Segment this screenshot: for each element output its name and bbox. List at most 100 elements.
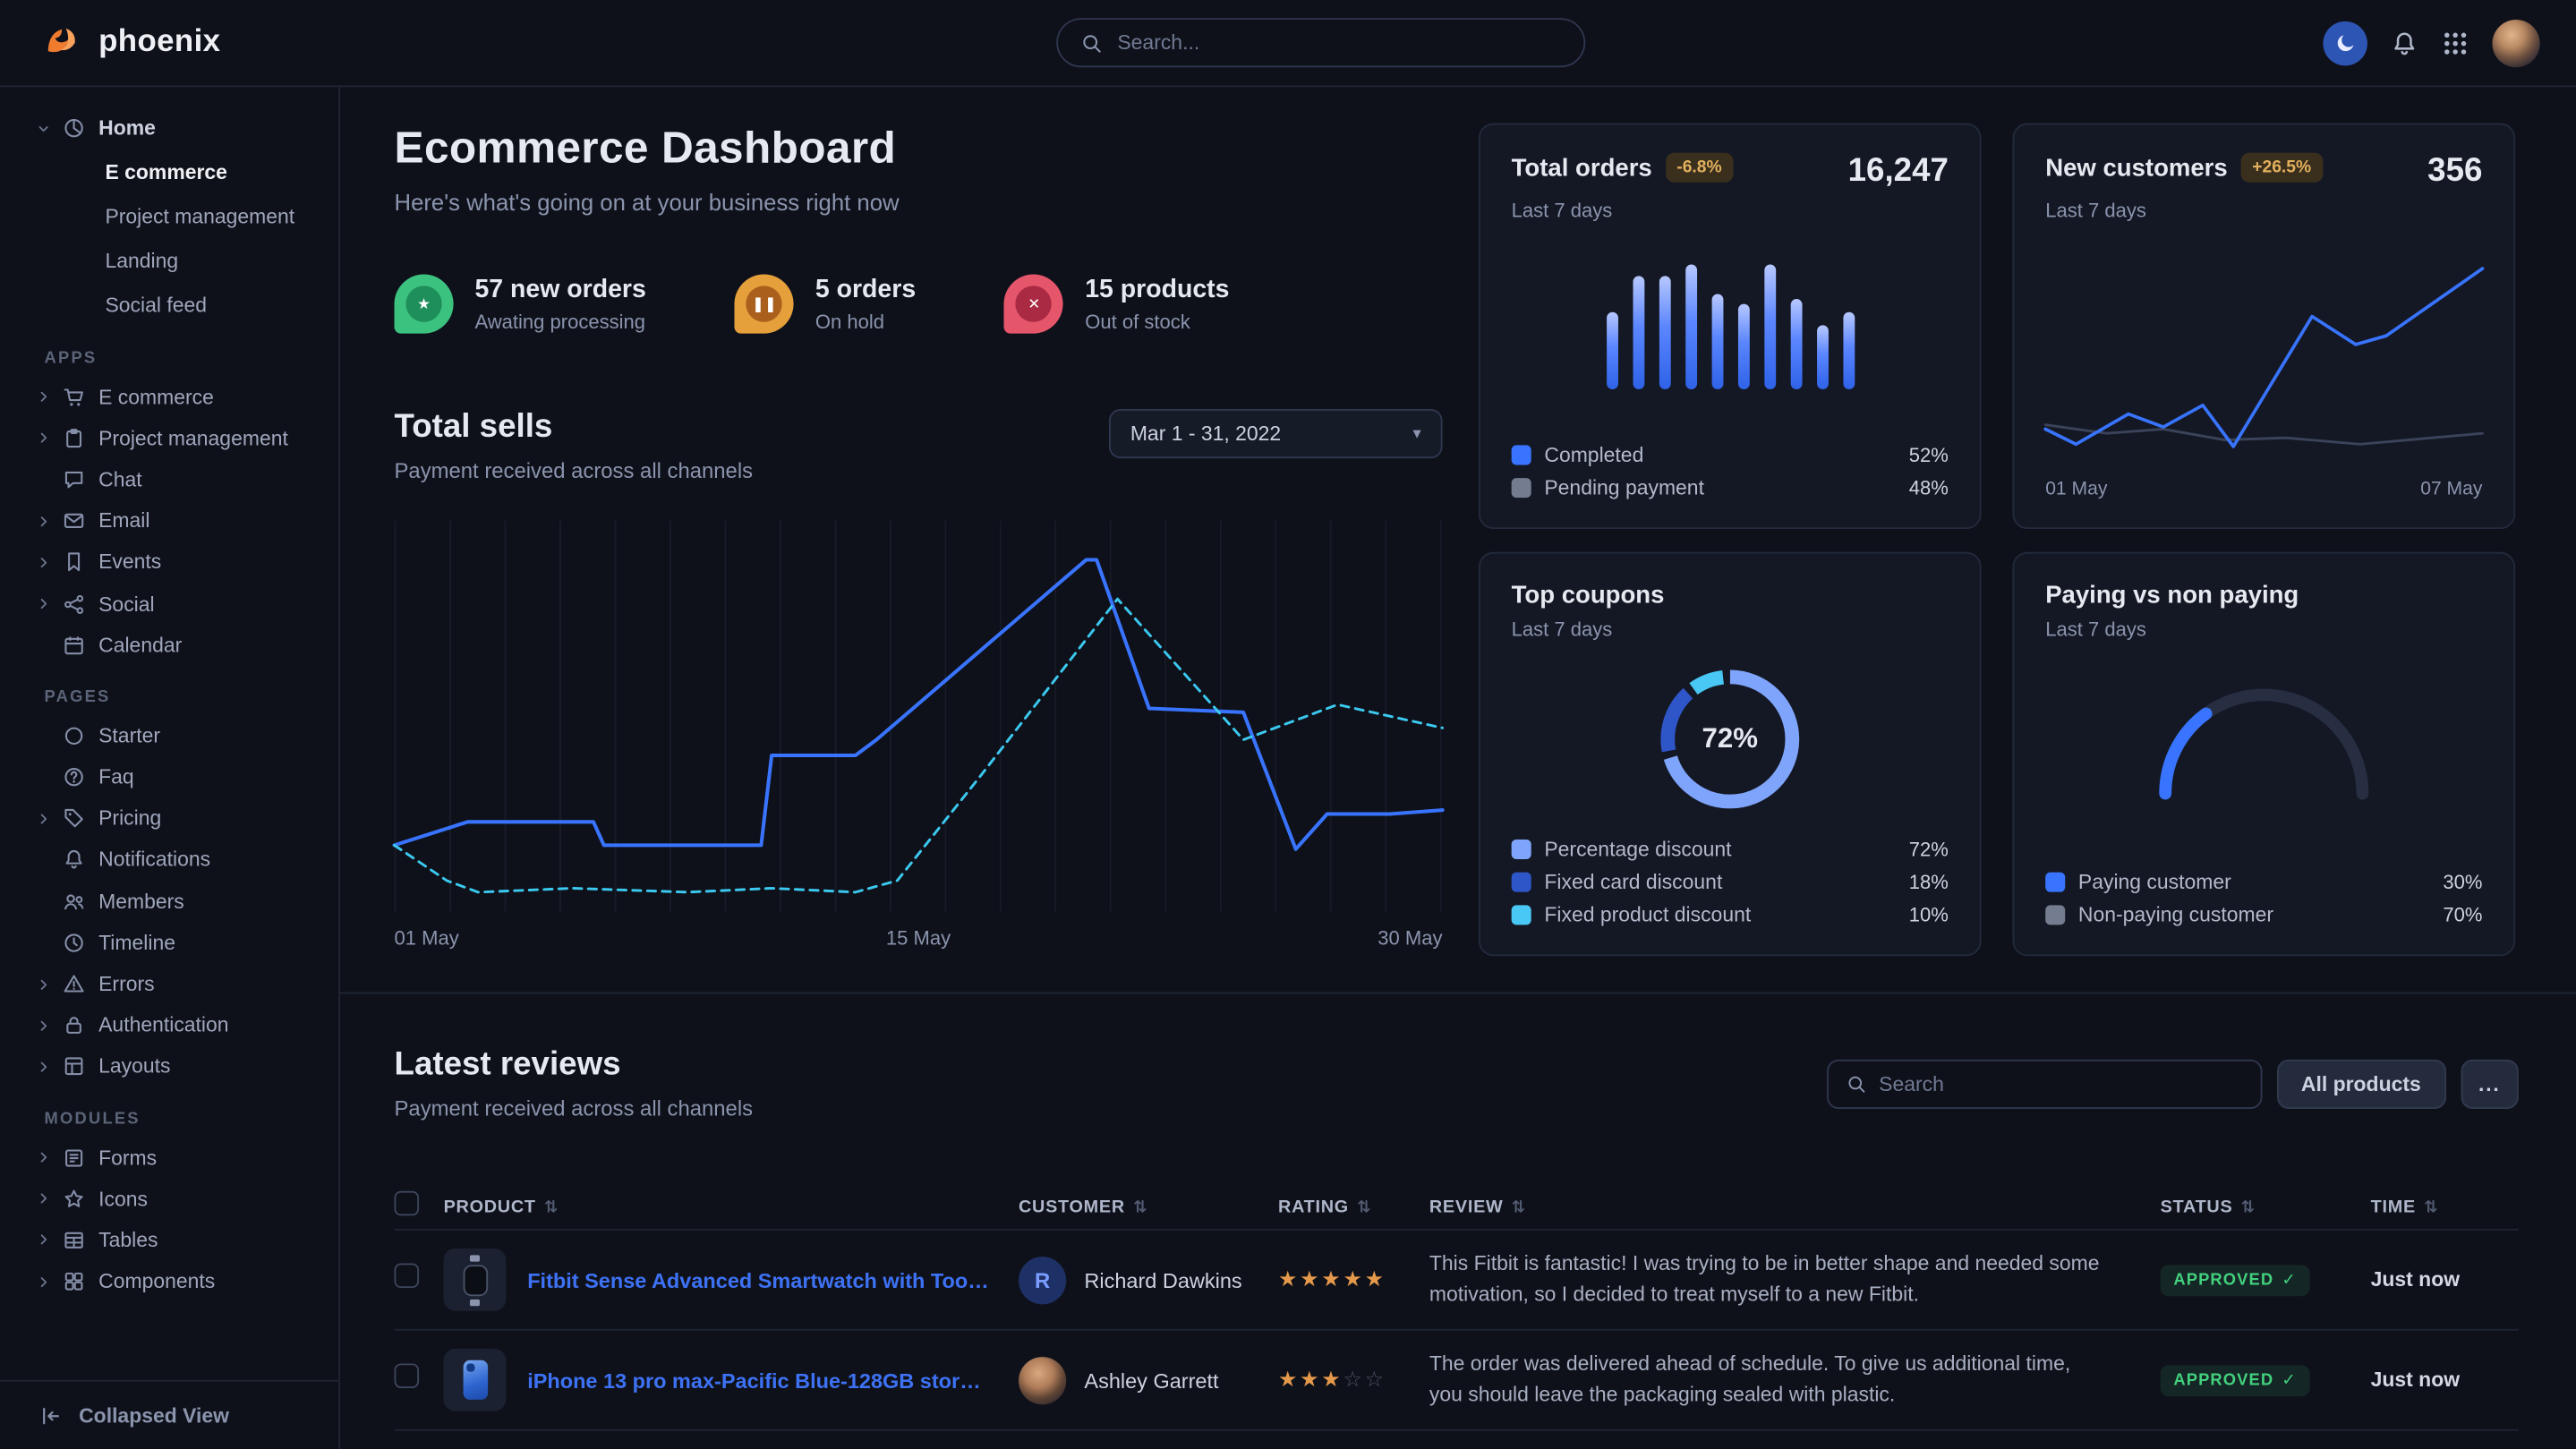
chevron-right-icon <box>35 811 51 826</box>
sidebar-item-social-feed[interactable]: Social feed <box>0 283 338 328</box>
paying-gauge-svg <box>2141 670 2387 804</box>
sidebar-item-label: Email <box>98 509 149 533</box>
column-header-review[interactable]: REVIEW⇅ <box>1429 1198 2161 1217</box>
brand[interactable]: phoenix <box>43 22 221 64</box>
sidebar-item-layouts[interactable]: Layouts <box>0 1046 338 1087</box>
column-header-label: PRODUCT <box>444 1198 536 1217</box>
column-header-customer[interactable]: CUSTOMER⇅ <box>1019 1198 1278 1217</box>
chevron-right-icon <box>35 514 51 529</box>
order-bar <box>1737 304 1749 389</box>
sidebar-section-title: MODULES <box>45 1111 339 1129</box>
page-subtitle: Here's what's going on at your business … <box>395 189 1443 215</box>
legend-label-wrap: Completed <box>1512 444 1644 467</box>
status-cell: APPROVED ✓ <box>2161 1363 2371 1396</box>
sidebar-item-social[interactable]: Social <box>0 583 338 624</box>
navbar-search[interactable] <box>1056 18 1585 67</box>
share-icon <box>63 592 88 616</box>
row-checkbox[interactable] <box>395 1263 420 1288</box>
date-range-select[interactable]: Mar 1 - 31, 2022 ▾ <box>1109 409 1443 458</box>
navbar-search-input[interactable] <box>1117 31 1561 55</box>
legend-label: Non-paying customer <box>2078 904 2273 927</box>
sidebar-item-components[interactable]: Components <box>0 1261 338 1302</box>
bell-icon <box>63 848 88 872</box>
theme-toggle-button[interactable] <box>2323 21 2367 65</box>
sidebar-item-calendar[interactable]: Calendar <box>0 625 338 666</box>
search-icon <box>1846 1073 1865 1093</box>
sidebar-item-label: Notifications <box>98 848 210 872</box>
chart-line-current-period <box>395 560 1443 849</box>
gauge-value-arc <box>2165 695 2362 793</box>
sidebar-item-notifications[interactable]: Notifications <box>0 840 338 881</box>
cart-icon <box>63 386 88 409</box>
sidebar-item-chat[interactable]: Chat <box>0 459 338 500</box>
stat-value: 15 products <box>1085 275 1229 304</box>
user-avatar[interactable] <box>2492 19 2539 66</box>
sidebar-item-members[interactable]: Members <box>0 881 338 922</box>
table-icon <box>63 1229 88 1252</box>
row-checkbox[interactable] <box>395 1363 420 1388</box>
reviews-controls: All products ... <box>1826 1059 2518 1108</box>
product-link[interactable]: Fitbit Sense Advanced Smartwatch with To… <box>527 1267 989 1292</box>
sidebar-item-project-management[interactable]: Project management <box>0 418 338 459</box>
table-row: Fitbit Sense Advanced Smartwatch with To… <box>395 1229 2519 1329</box>
top-coupons-card: Top coupons Last 7 days 72% Percentage d… <box>1479 552 1982 957</box>
column-header-time[interactable]: TIME⇅ <box>2371 1198 2519 1217</box>
customer-name: Richard Dawkins <box>1084 1267 1241 1292</box>
legend-label: Completed <box>1544 444 1643 467</box>
star-icon <box>63 1188 88 1211</box>
product-thumbnail <box>444 1249 507 1311</box>
reviews-search-input[interactable] <box>1879 1072 2242 1095</box>
moon-icon <box>2333 31 2357 55</box>
all-products-button[interactable]: All products <box>2276 1059 2445 1108</box>
sort-icon: ⇅ <box>2241 1198 2256 1216</box>
x-axis-label: 15 May <box>886 926 951 950</box>
sidebar-item-events[interactable]: Events <box>0 541 338 583</box>
clock-icon <box>63 931 88 954</box>
search-icon <box>1081 32 1103 54</box>
status-badge: APPROVED ✓ <box>2161 1365 2310 1396</box>
sidebar-item-landing[interactable]: Landing <box>0 238 338 283</box>
total-sells-chart <box>395 521 1443 912</box>
chevron-right-icon <box>35 596 51 611</box>
total-orders-card: Total orders -6.8% 16,247 Last 7 days Co… <box>1479 124 1982 529</box>
check-icon: ✓ <box>2282 1372 2296 1390</box>
nine-dots-grid-icon[interactable] <box>2442 29 2469 56</box>
customer-avatar <box>1019 1356 1066 1403</box>
column-header-product[interactable]: PRODUCT⇅ <box>444 1198 1019 1217</box>
product-link[interactable]: iPhone 13 pro max-Pacific Blue-128GB sto… <box>527 1368 989 1393</box>
card-value: 16,247 <box>1848 153 1949 191</box>
reviews-search[interactable] <box>1826 1059 2261 1108</box>
status-badge-label: APPROVED <box>2173 1372 2273 1390</box>
sidebar-item-icons[interactable]: Icons <box>0 1178 338 1219</box>
column-header-rating[interactable]: RATING⇅ <box>1278 1198 1429 1217</box>
legend-label-wrap: Percentage discount <box>1512 838 1732 861</box>
sidebar-item-starter[interactable]: Starter <box>0 715 338 756</box>
sidebar-item-faq[interactable]: Faq <box>0 756 338 797</box>
sidebar-item-label: Social <box>98 592 154 616</box>
card-period: Last 7 days <box>2045 618 2482 641</box>
sidebar-item-pricing[interactable]: Pricing <box>0 797 338 839</box>
sidebar-item-timeline[interactable]: Timeline <box>0 922 338 963</box>
sidebar-item-forms[interactable]: Forms <box>0 1137 338 1178</box>
sidebar-item-e-commerce[interactable]: E commerce <box>0 149 338 194</box>
legend-label-wrap: Non-paying customer <box>2045 904 2273 927</box>
sidebar-item-authentication[interactable]: Authentication <box>0 1005 338 1046</box>
notifications-bell-icon[interactable] <box>2391 29 2418 56</box>
sidebar-item-email[interactable]: Email <box>0 500 338 541</box>
collapsed-view-toggle[interactable]: Collapsed View <box>0 1380 338 1449</box>
select-all-checkbox[interactable] <box>395 1191 420 1216</box>
reviews-header-row: PRODUCT⇅CUSTOMER⇅RATING⇅REVIEW⇅STATUS⇅TI… <box>395 1186 2519 1229</box>
sidebar-item-errors[interactable]: Errors <box>0 963 338 1004</box>
sidebar-item-tables[interactable]: Tables <box>0 1220 338 1261</box>
page-title: Ecommerce Dashboard <box>395 124 1443 175</box>
sidebar-item-home[interactable]: Home <box>0 107 338 149</box>
star-rating-filled: ★★★★★ <box>1278 1266 1386 1291</box>
status-badge-label: APPROVED <box>2173 1272 2273 1290</box>
sidebar-item-label: Layouts <box>98 1055 170 1078</box>
sidebar-item-project-management[interactable]: Project management <box>0 194 338 239</box>
sidebar-item-e-commerce[interactable]: E commerce <box>0 376 338 417</box>
paying-legend: Paying customer30%Non-paying customer70% <box>2045 871 2482 926</box>
column-header-status[interactable]: STATUS⇅ <box>2161 1198 2371 1217</box>
more-options-button[interactable]: ... <box>2461 1059 2519 1108</box>
calendar-icon <box>63 634 88 657</box>
